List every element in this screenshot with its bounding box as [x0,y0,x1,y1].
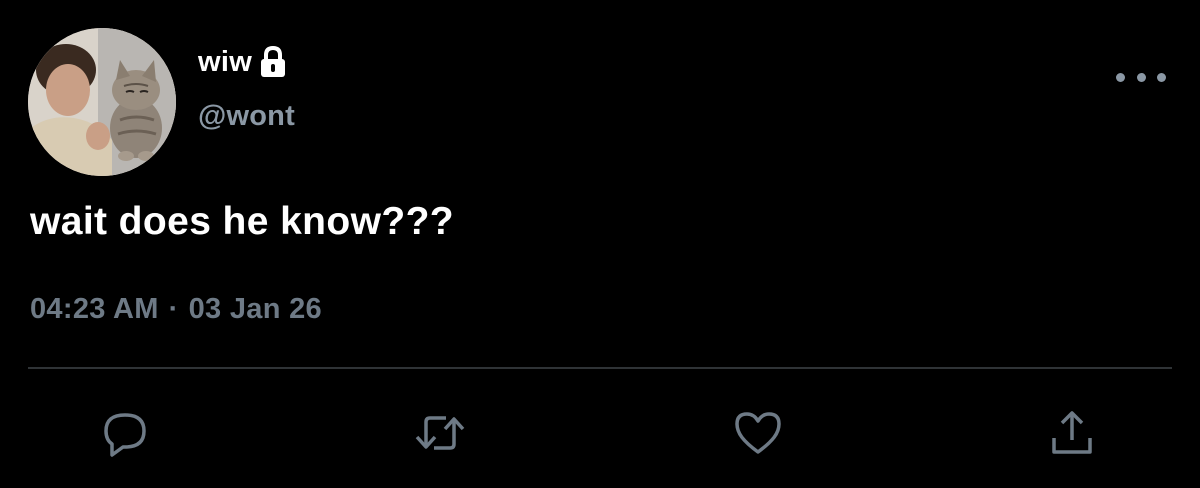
retweet-icon [412,406,468,460]
more-dot-icon [1116,72,1125,82]
reply-icon [98,406,152,460]
share-button[interactable] [1044,405,1100,461]
more-options-button[interactable] [1116,62,1166,92]
name-row: wiw [198,42,288,82]
avatar-image [28,28,176,176]
retweet-button[interactable] [412,405,468,461]
tweet-text: wait does he know??? [30,200,455,243]
tweet-detail: wiw @wont wait does he know??? 04:23 AM … [0,0,1200,488]
divider [28,367,1172,369]
reply-button[interactable] [97,405,153,461]
user-handle[interactable]: @wont [198,100,295,133]
tweet-date: 03 Jan 26 [188,293,322,325]
avatar[interactable] [28,28,176,176]
timestamp-separator: · [168,293,179,325]
more-dot-icon [1136,72,1146,82]
more-dot-icon [1157,72,1166,82]
action-bar [0,405,1200,465]
like-button[interactable] [730,405,786,461]
display-name[interactable]: wiw [198,46,252,79]
tweet-time: 04:23 AM [30,293,159,325]
tweet-timestamp[interactable]: 04:23 AM · 03 Jan 26 [30,293,322,326]
lock-icon [258,45,288,79]
share-icon [1045,406,1099,460]
like-icon [731,406,785,460]
